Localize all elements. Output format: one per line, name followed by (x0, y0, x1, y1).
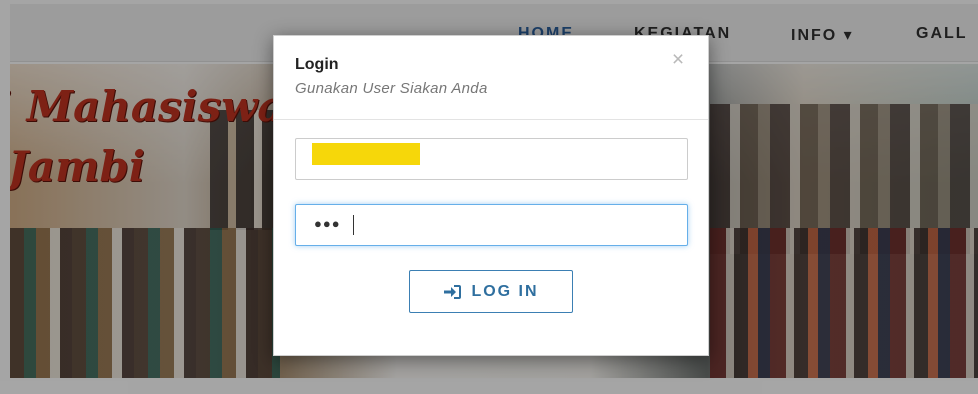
password-mask: ●●● (314, 216, 341, 231)
login-modal: Login Gunakan User Siakan Anda × ●●● LOG… (273, 35, 709, 356)
password-input[interactable]: ●●● (295, 204, 688, 246)
modal-subtitle: Gunakan User Siakan Anda (295, 80, 488, 97)
username-redaction (312, 143, 420, 165)
modal-title: Login (295, 56, 339, 73)
close-icon[interactable]: × (668, 49, 688, 70)
sign-in-icon (444, 284, 462, 299)
login-button[interactable]: LOG IN (409, 270, 573, 313)
modal-header: Login Gunakan User Siakan Anda × (274, 36, 708, 120)
text-caret (353, 215, 354, 235)
login-button-label: LOG IN (471, 282, 539, 300)
